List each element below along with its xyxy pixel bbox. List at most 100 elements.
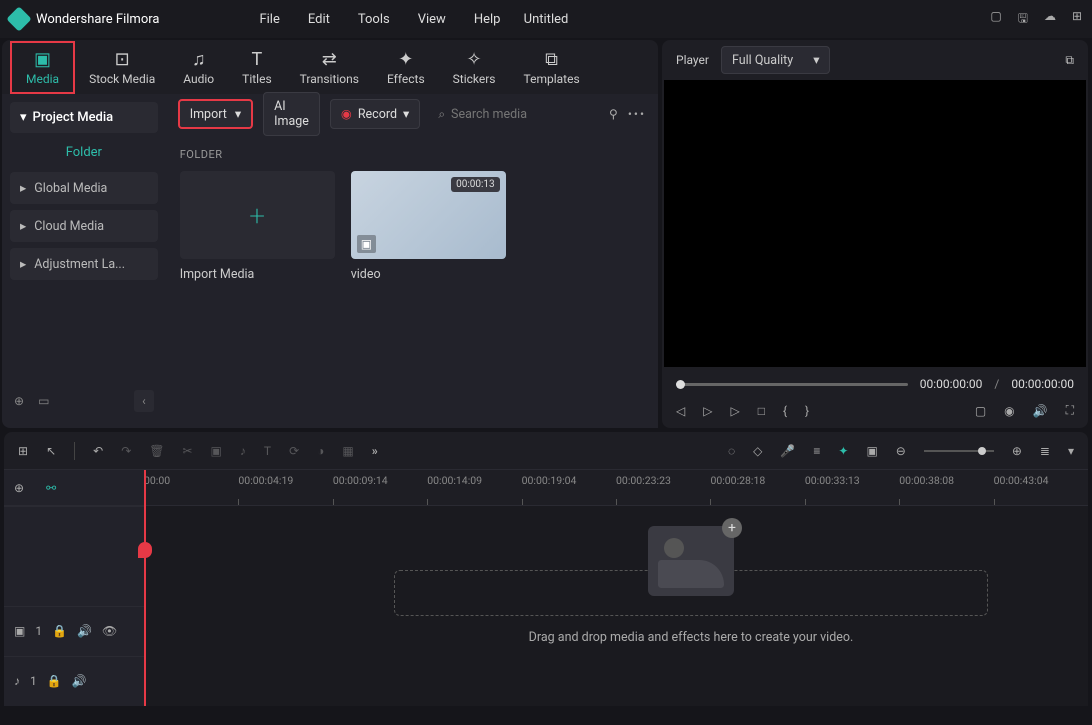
import-media-tile[interactable]: + Import Media: [180, 171, 335, 282]
more-tools-icon[interactable]: »: [372, 444, 378, 458]
search-input[interactable]: [451, 107, 591, 122]
preview-viewport[interactable]: [664, 80, 1086, 367]
play-backward-icon[interactable]: ▷: [703, 404, 712, 418]
drop-text: Drag and drop media and effects here to …: [394, 630, 988, 645]
delete-icon[interactable]: 🗑: [149, 444, 164, 458]
volume-icon[interactable]: 🔊: [1033, 404, 1048, 418]
speed-icon[interactable]: ⟳: [289, 444, 299, 458]
eye-icon[interactable]: 👁: [102, 624, 117, 638]
menu-help[interactable]: Help: [474, 12, 501, 27]
triangle-right-icon: ▸: [20, 180, 26, 196]
time-current: 00:00:00:00: [920, 377, 983, 391]
cursor-icon[interactable]: ↖: [46, 444, 56, 458]
lock-icon[interactable]: 🔒: [52, 624, 67, 638]
mute-icon[interactable]: 🔊: [72, 674, 87, 688]
new-folder-icon[interactable]: ⊕: [14, 394, 24, 408]
search-icon: ⌕: [438, 107, 445, 122]
cut-icon[interactable]: ✂: [182, 444, 192, 458]
tab-media[interactable]: ▣ Media: [10, 41, 75, 94]
record-icon: ◉: [341, 106, 352, 122]
folder-label[interactable]: Folder: [10, 139, 158, 166]
tab-stickers[interactable]: ✧ Stickers: [439, 43, 510, 92]
project-media-button[interactable]: ▾ Project Media: [10, 102, 158, 133]
quality-dropdown[interactable]: Full Quality ▾: [721, 46, 831, 74]
shield-icon[interactable]: ◇: [753, 444, 762, 458]
templates-icon: ⧉: [545, 49, 558, 70]
media-content: Import ▾ AI Image ◉ Record ▾ ⌕: [166, 94, 658, 428]
menu-bar: File Edit Tools View Help: [259, 12, 500, 27]
timeline-ruler[interactable]: ⊕ ⚯ 00:00 00:00:04:19 00:00:09:14 00:00:…: [4, 470, 1088, 506]
device-icon[interactable]: ▢: [990, 9, 1001, 30]
video-track-icon: ▣: [14, 624, 25, 638]
media-sidebar: ▾ Project Media Folder ▸ Global Media ▸ …: [2, 94, 166, 428]
drop-zone[interactable]: Drag and drop media and effects here to …: [394, 526, 988, 636]
zoom-out-icon[interactable]: ⊖: [896, 444, 906, 458]
filter-icon[interactable]: ⚲: [609, 107, 618, 121]
video-track-header[interactable]: ▣ 1 🔒 🔊 👁: [4, 606, 144, 656]
playhead[interactable]: [144, 470, 146, 706]
zoom-in-icon[interactable]: ⊕: [1012, 444, 1022, 458]
app-name: Wondershare Filmora: [36, 12, 159, 27]
frame-icon[interactable]: ▣: [866, 444, 877, 458]
timeline-tracks[interactable]: Drag and drop media and effects here to …: [144, 506, 1088, 706]
sidebar-adjustment-layer[interactable]: ▸ Adjustment La...: [10, 248, 158, 280]
import-button[interactable]: Import ▾: [178, 99, 253, 129]
prev-frame-icon[interactable]: ◁: [676, 404, 685, 418]
audio-track-header[interactable]: ♪ 1 🔒 🔊: [4, 656, 144, 706]
menu-file[interactable]: File: [259, 12, 279, 27]
mixer-icon[interactable]: ≡: [813, 444, 820, 458]
more-icon[interactable]: •••: [628, 107, 646, 121]
sidebar-global-media[interactable]: ▸ Global Media: [10, 172, 158, 204]
filmora-icon: [6, 6, 31, 31]
chevron-down-icon[interactable]: ▾: [1068, 444, 1074, 458]
layout-icon[interactable]: ⊞: [18, 444, 28, 458]
drop-image-icon: [648, 526, 734, 596]
save-icon[interactable]: 🖫: [1018, 9, 1028, 30]
menu-edit[interactable]: Edit: [308, 12, 330, 27]
media-item-video[interactable]: 00:00:13 ▣ video: [351, 171, 506, 282]
audio-tool-icon[interactable]: ♪: [240, 444, 246, 458]
track-add-icon[interactable]: ⊕: [14, 481, 24, 495]
tab-effects[interactable]: ✦ Effects: [373, 43, 439, 92]
tab-stock-media[interactable]: ⊡ Stock Media: [75, 43, 169, 92]
target-icon[interactable]: ◌: [728, 444, 735, 458]
menu-tools[interactable]: Tools: [358, 12, 390, 27]
tab-audio[interactable]: ♫ Audio: [169, 43, 228, 92]
ai-image-button[interactable]: AI Image: [263, 92, 320, 136]
sidebar-cloud-media[interactable]: ▸ Cloud Media: [10, 210, 158, 242]
effects-icon: ✦: [398, 49, 413, 70]
text-tool-icon[interactable]: T: [264, 444, 271, 458]
mark-out-icon[interactable]: }: [805, 404, 809, 418]
zoom-slider[interactable]: [924, 450, 994, 452]
grid-icon[interactable]: ⊞: [1072, 9, 1082, 30]
mark-in-icon[interactable]: {: [783, 404, 787, 418]
folder-icon[interactable]: ▭: [38, 394, 49, 408]
link-icon[interactable]: ⚯: [36, 481, 56, 495]
snapshot-icon[interactable]: ⧉: [1065, 53, 1074, 68]
stop-icon[interactable]: □: [758, 404, 765, 418]
mic-icon[interactable]: 🎤: [780, 444, 795, 458]
audio-icon: ♫: [192, 49, 206, 70]
mute-icon[interactable]: 🔊: [77, 624, 92, 638]
lock-icon[interactable]: 🔒: [47, 674, 62, 688]
marker-icon[interactable]: ✦: [838, 444, 848, 458]
record-button[interactable]: ◉ Record ▾: [330, 99, 420, 129]
seek-bar[interactable]: [676, 383, 908, 386]
mask-icon[interactable]: ▦: [342, 444, 353, 458]
crop-icon[interactable]: ▣: [211, 444, 222, 458]
undo-icon[interactable]: ↶: [93, 444, 103, 458]
camera-icon[interactable]: ◉: [1004, 404, 1014, 418]
menu-view[interactable]: View: [418, 12, 446, 27]
tab-templates[interactable]: ⧉ Templates: [510, 43, 594, 92]
redo-icon[interactable]: ↷: [121, 444, 131, 458]
display-icon[interactable]: ▢: [975, 404, 986, 418]
collapse-sidebar-button[interactable]: ‹: [134, 390, 154, 412]
play-icon[interactable]: ▷: [730, 404, 739, 418]
cloud-icon[interactable]: ☁: [1044, 9, 1056, 30]
view-options-icon[interactable]: ≣: [1040, 444, 1050, 458]
tab-transitions[interactable]: ⇄ Transitions: [286, 43, 373, 92]
color-icon[interactable]: ◑: [317, 444, 324, 458]
fullscreen-icon[interactable]: ⛶: [1066, 403, 1074, 418]
search-field[interactable]: ⌕: [430, 107, 599, 122]
tab-titles[interactable]: T Titles: [228, 43, 285, 92]
